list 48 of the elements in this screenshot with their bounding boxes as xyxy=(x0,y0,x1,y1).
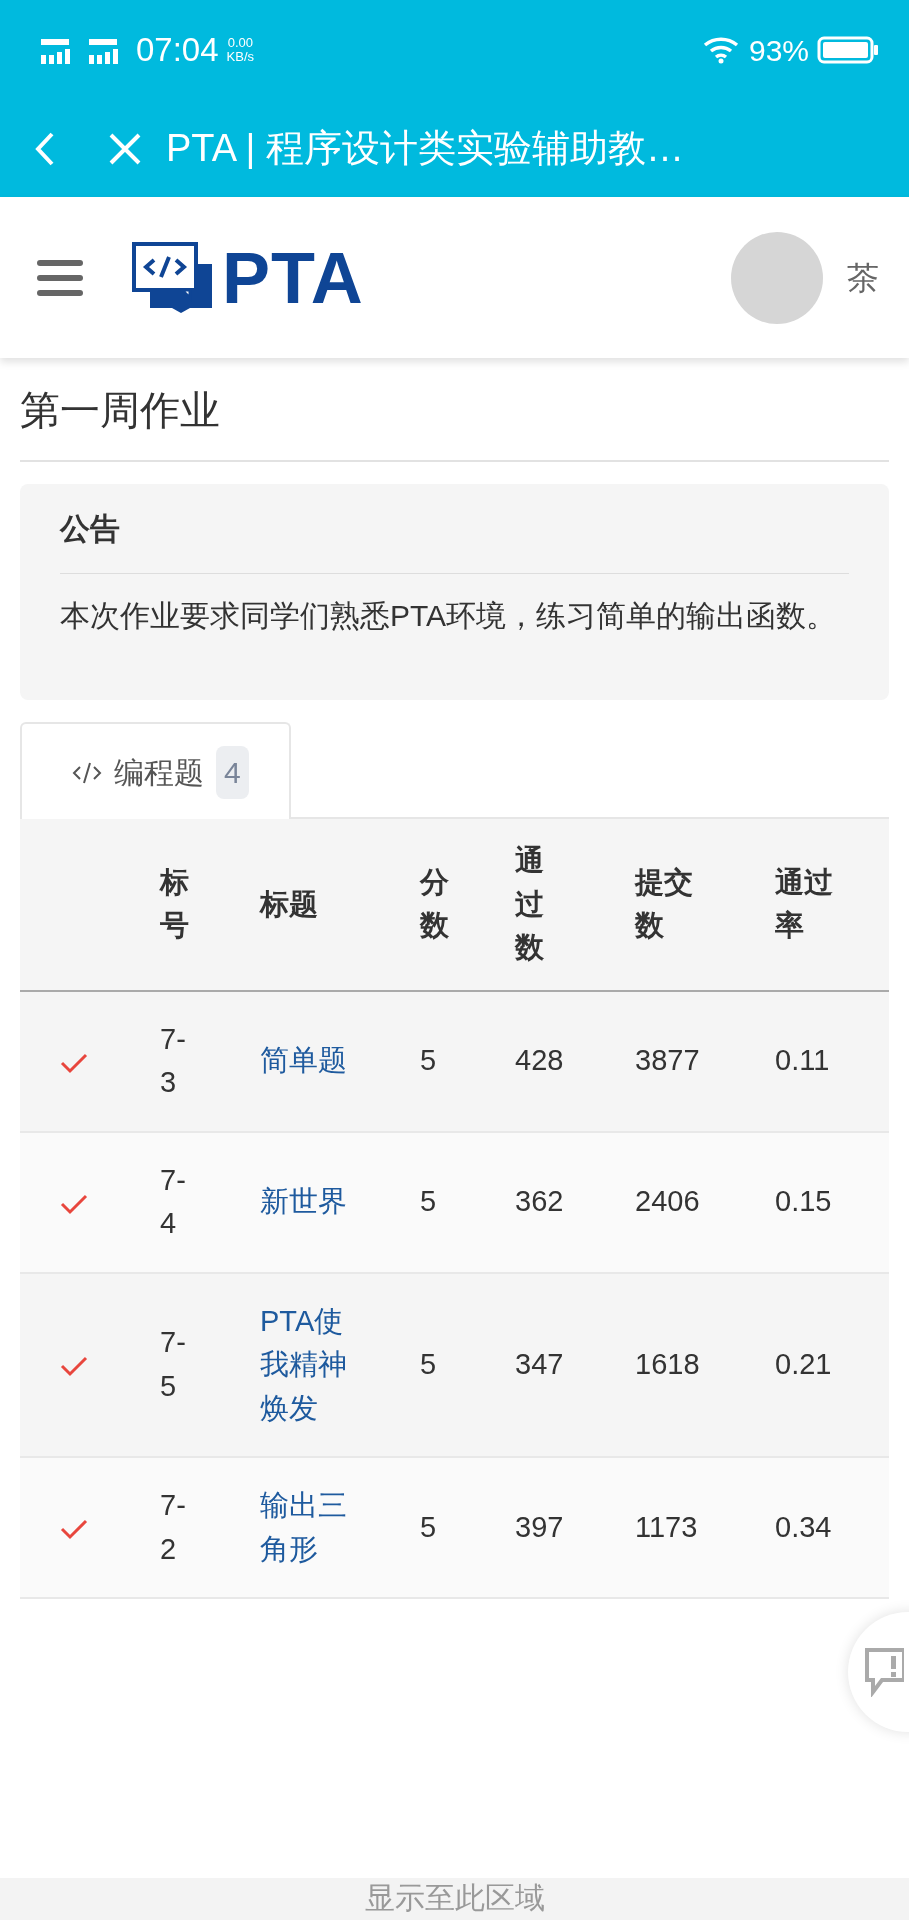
problem-tab[interactable]: 编程题 4 xyxy=(20,722,291,819)
notice-heading: 公告 xyxy=(60,512,120,545)
column-header: 标号 xyxy=(160,864,189,944)
network-speed-unit: KB/s xyxy=(226,50,255,64)
table-cell: 5 xyxy=(420,1510,437,1543)
column-header: 通过率 xyxy=(775,864,833,944)
table-cell: 0.34 xyxy=(775,1510,832,1543)
table-cell: 1173 xyxy=(635,1510,698,1543)
feedback-icon xyxy=(864,1647,904,1697)
table-cell: 5 xyxy=(420,1044,437,1077)
table-cell: 3877 xyxy=(635,1044,700,1077)
problem-number: 7-2 xyxy=(160,1488,187,1567)
problem-number: 7-5 xyxy=(160,1325,187,1404)
column-header: 提交数 xyxy=(635,864,693,944)
problem-link[interactable]: 简单题 xyxy=(260,1039,350,1083)
code-icon xyxy=(72,760,102,785)
table-cell: 347 xyxy=(515,1348,564,1380)
assignment-title: 第一周作业 xyxy=(20,388,220,432)
close-icon[interactable] xyxy=(108,131,142,166)
table-cell: 0.15 xyxy=(775,1185,832,1218)
problem-count: 4 xyxy=(216,746,249,799)
menu-icon[interactable] xyxy=(36,257,84,298)
network-speed: 0.00 xyxy=(226,36,254,50)
capture-hint: 显示至此区域 xyxy=(364,1881,545,1914)
table-cell: 0.21 xyxy=(775,1348,832,1380)
code-chat-icon xyxy=(132,241,214,314)
problem-number: 7-4 xyxy=(160,1162,187,1241)
table-cell: 428 xyxy=(515,1044,564,1077)
table-cell: 362 xyxy=(515,1185,564,1218)
table-cell: 1618 xyxy=(635,1348,700,1380)
column-header: 通过数 xyxy=(515,843,544,965)
battery-percent: 93% xyxy=(748,32,809,69)
column-header: 标题 xyxy=(260,887,318,920)
column-header: 分数 xyxy=(420,864,449,944)
wifi-icon xyxy=(702,36,741,64)
page-title: PTA | 程序设计类实验辅助教… xyxy=(166,126,684,171)
notice-text: 本次作业要求同学们熟悉PTA环境，练习简单的输出函数。 xyxy=(60,598,838,634)
battery-icon xyxy=(817,36,879,64)
table-cell: 5 xyxy=(420,1185,437,1218)
problem-link[interactable]: 新世界 xyxy=(260,1180,350,1224)
user-name: 茶 xyxy=(847,258,879,298)
table-cell: 5 xyxy=(420,1348,437,1380)
table-cell: 2406 xyxy=(635,1185,700,1218)
table-cell: 397 xyxy=(515,1510,564,1543)
logo-text: PTA xyxy=(222,241,364,314)
problem-number: 7-3 xyxy=(160,1021,187,1100)
clock-time: 07:04 xyxy=(136,30,219,71)
table-cell: 0.11 xyxy=(775,1044,830,1077)
